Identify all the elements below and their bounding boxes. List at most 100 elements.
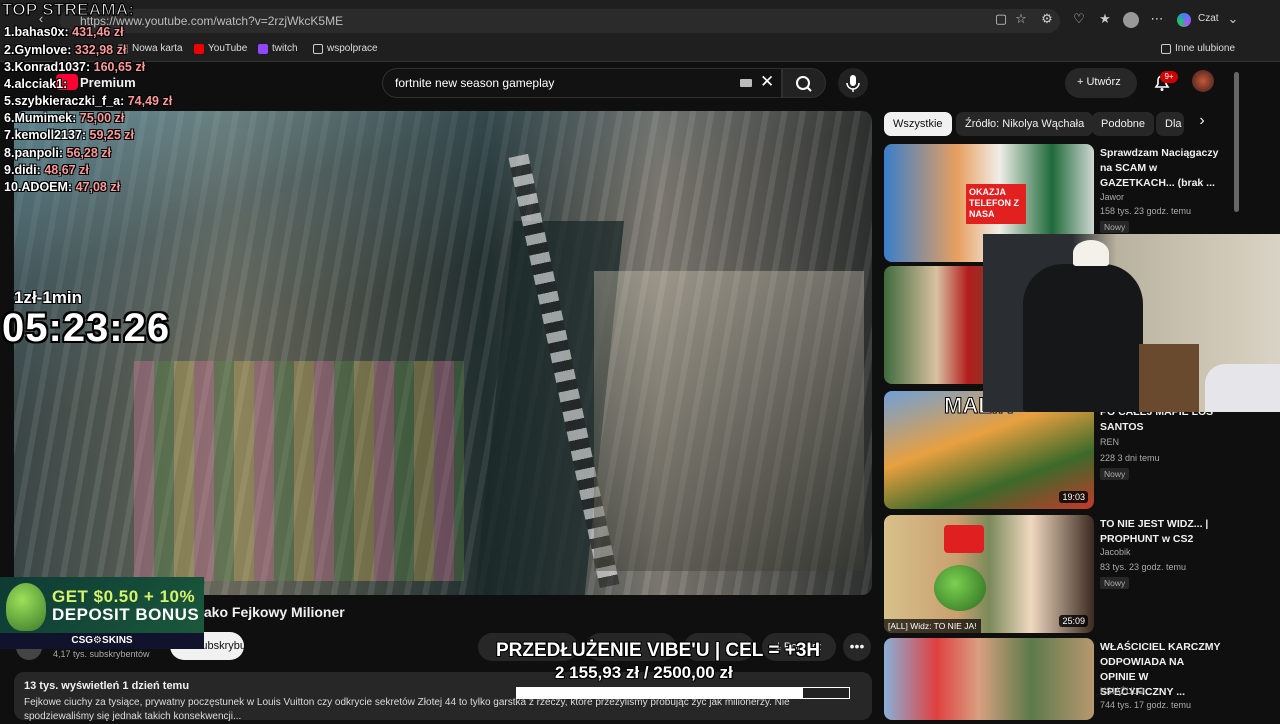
scrollbar-thumb[interactable]	[1234, 72, 1239, 212]
account-avatar[interactable]	[1192, 70, 1214, 92]
bookmark-youtube[interactable]: YouTube	[194, 43, 247, 54]
recommendation-channel[interactable]: Jawor	[1100, 192, 1124, 202]
favorites-icon[interactable]: ★	[1098, 12, 1112, 26]
donor-name: alcciak1:	[14, 77, 68, 91]
donor-rank: 3.	[4, 60, 15, 74]
bookmark-label: wspolprace	[327, 43, 378, 54]
bed	[1205, 364, 1280, 412]
search-button[interactable]	[782, 68, 826, 98]
donor-amount: 48,67 zł	[44, 163, 89, 177]
more-actions-button[interactable]: •••	[843, 633, 871, 661]
bookmark-folder-wspolprace[interactable]: wspolprace	[313, 43, 378, 54]
donor-name: bahas0x:	[14, 25, 69, 39]
youtube-icon	[194, 43, 204, 54]
donation-goal-progress	[516, 687, 850, 699]
profile-avatar[interactable]	[1123, 12, 1139, 28]
voice-search-button[interactable]	[838, 68, 868, 98]
speaker-icon	[944, 525, 984, 553]
top-donors-title: TOP STREAMA:	[1, 0, 135, 20]
menu-dots-icon[interactable]: ⋯	[1150, 12, 1164, 26]
recommendation-channel[interactable]: REN	[1100, 437, 1119, 447]
donor-name: kemoll2137:	[14, 128, 87, 142]
video-thumbnail[interactable]	[884, 638, 1094, 720]
chevron-down-icon[interactable]: ⌄	[1226, 12, 1240, 26]
recommendation-meta: 228 3 dni temu	[1100, 453, 1160, 463]
chevron-right-icon[interactable]: ›	[1190, 112, 1214, 136]
video-frame-shelves	[594, 271, 864, 571]
microphone-icon	[846, 75, 860, 92]
donor-name: szybkieraczki_f_a:	[14, 94, 125, 108]
notification-count-badge: 9+	[1160, 71, 1178, 83]
folder-icon	[313, 43, 323, 54]
browser-tab-bar: ‹ https://www.youtube.com/watch?v=2rzjWk…	[0, 0, 1280, 38]
recommendation-meta: 83 tys. 23 godz. temu	[1100, 562, 1187, 572]
donor-name: Gymlove:	[14, 43, 72, 57]
chip-all[interactable]: Wszystkie	[884, 112, 952, 136]
recommendation-channel[interactable]: Jacobik	[1100, 547, 1131, 557]
address-bar[interactable]: https://www.youtube.com/watch?v=2rzjWkcK…	[60, 9, 1060, 33]
recommendation-item[interactable]: WŁAŚCICIEL KARCZMY ODPOWIADA NA OPINIE W…	[884, 638, 1230, 720]
donor-rank: 8.	[4, 146, 15, 160]
bookmark-label: YouTube	[208, 43, 248, 54]
donor-amount: 160,65 zł	[93, 60, 146, 74]
recommendation-item[interactable]: [ALL] Widz: TO NIE JA! 25:09 TO NIE JEST…	[884, 515, 1230, 633]
donor-amount: 431,46 zł	[72, 25, 124, 39]
chat-label[interactable]: Czat	[1198, 13, 1219, 24]
donor-entry: 3.Konrad1037: 160,65 zł	[4, 60, 145, 74]
split-screen-icon[interactable]: ▢	[994, 12, 1008, 26]
clear-search-icon[interactable]: ✕	[760, 72, 774, 92]
recommendation-meta: 158 tys. 23 godz. temu	[1100, 206, 1192, 216]
bookmark-label: Nowa karta	[132, 43, 183, 54]
donor-entry: 1.bahas0x: 431,46 zł	[4, 25, 124, 39]
ad-subheadline: DEPOSIT BONUS	[52, 605, 200, 624]
donor-rank: 7.	[4, 128, 15, 142]
donor-amount: 75,00 zł	[79, 111, 125, 125]
performance-icon[interactable]: ♡	[1072, 12, 1086, 26]
shelf	[1139, 344, 1199, 412]
new-badge: Nowy	[1100, 577, 1130, 589]
donation-goal-label: PRZEDŁUŻENIE VIBE'U | CEL = +3H	[496, 640, 821, 661]
gaming-chair	[1023, 264, 1143, 412]
donor-rank: 5.	[4, 94, 15, 108]
donor-entry: 7.kemoll2137: 59,25 zł	[4, 128, 134, 142]
streamer-webcam	[983, 234, 1280, 412]
chip-similar[interactable]: Podobne	[1092, 112, 1155, 136]
donor-rank: 1.	[4, 25, 15, 39]
favorite-star-icon[interactable]: ☆	[1014, 12, 1028, 26]
twitch-icon	[258, 43, 268, 54]
donor-rank: 6.	[4, 111, 15, 125]
create-button[interactable]: + Utwórz	[1065, 68, 1137, 98]
donor-name: Konrad1037:	[14, 60, 91, 74]
create-label: Utwórz	[1086, 76, 1121, 88]
search-icon	[796, 76, 812, 92]
donor-rank: 10.	[4, 180, 22, 194]
recommendation-channel[interactable]: KSIĄŻULO	[1100, 686, 1145, 696]
bookmark-twitch[interactable]: twitch	[258, 43, 298, 54]
copilot-icon[interactable]	[1177, 13, 1191, 27]
bookmark-other-favorites[interactable]: Inne ulubione	[1161, 43, 1235, 54]
search-value: fortnite new season gameplay	[395, 76, 555, 90]
recommendation-title[interactable]: TO NIE JEST WIDZ... | PROPHUNT w CS2	[1100, 517, 1222, 547]
video-thumbnail[interactable]: [ALL] Widz: TO NIE JA! 25:09	[884, 515, 1094, 633]
video-duration: 19:03	[1059, 491, 1088, 503]
search-input[interactable]: fortnite new season gameplay	[382, 68, 782, 98]
thumbnail-text: [ALL] Widz: TO NIE JA!	[884, 619, 981, 633]
mascot-icon	[6, 583, 46, 631]
recommendation-title[interactable]: Sprawdzam Naciągaczy na SCAM w GAZETKACH…	[1100, 146, 1222, 191]
youtube-premium-label[interactable]: Premium	[80, 75, 136, 90]
video-player[interactable]	[14, 111, 872, 595]
donor-entry: 6.Mumimek: 75,00 zł	[4, 111, 124, 125]
bookmark-new-tab[interactable]: Nowa karta	[118, 43, 183, 54]
bookmark-label: Inne ulubione	[1175, 43, 1236, 54]
sponsor-banner[interactable]: GET $0.50 + 10% DEPOSIT BONUS CSG⚙SKINS	[0, 577, 204, 649]
donor-rank: 2.	[4, 43, 15, 57]
donor-amount: 47,08 zł	[75, 180, 121, 194]
donor-amount: 56,28 zł	[66, 146, 112, 160]
watermelon-image	[934, 565, 986, 611]
keyboard-icon[interactable]	[740, 79, 752, 87]
new-badge: Nowy	[1100, 468, 1130, 480]
donor-entry: 9.didi: 48,67 zł	[4, 163, 89, 177]
chip-for-you[interactable]: Dla	[1156, 112, 1184, 136]
extensions-icon[interactable]: ⚙	[1040, 12, 1054, 26]
chip-source[interactable]: Źródło: Nikolya Wąchała	[956, 112, 1094, 136]
